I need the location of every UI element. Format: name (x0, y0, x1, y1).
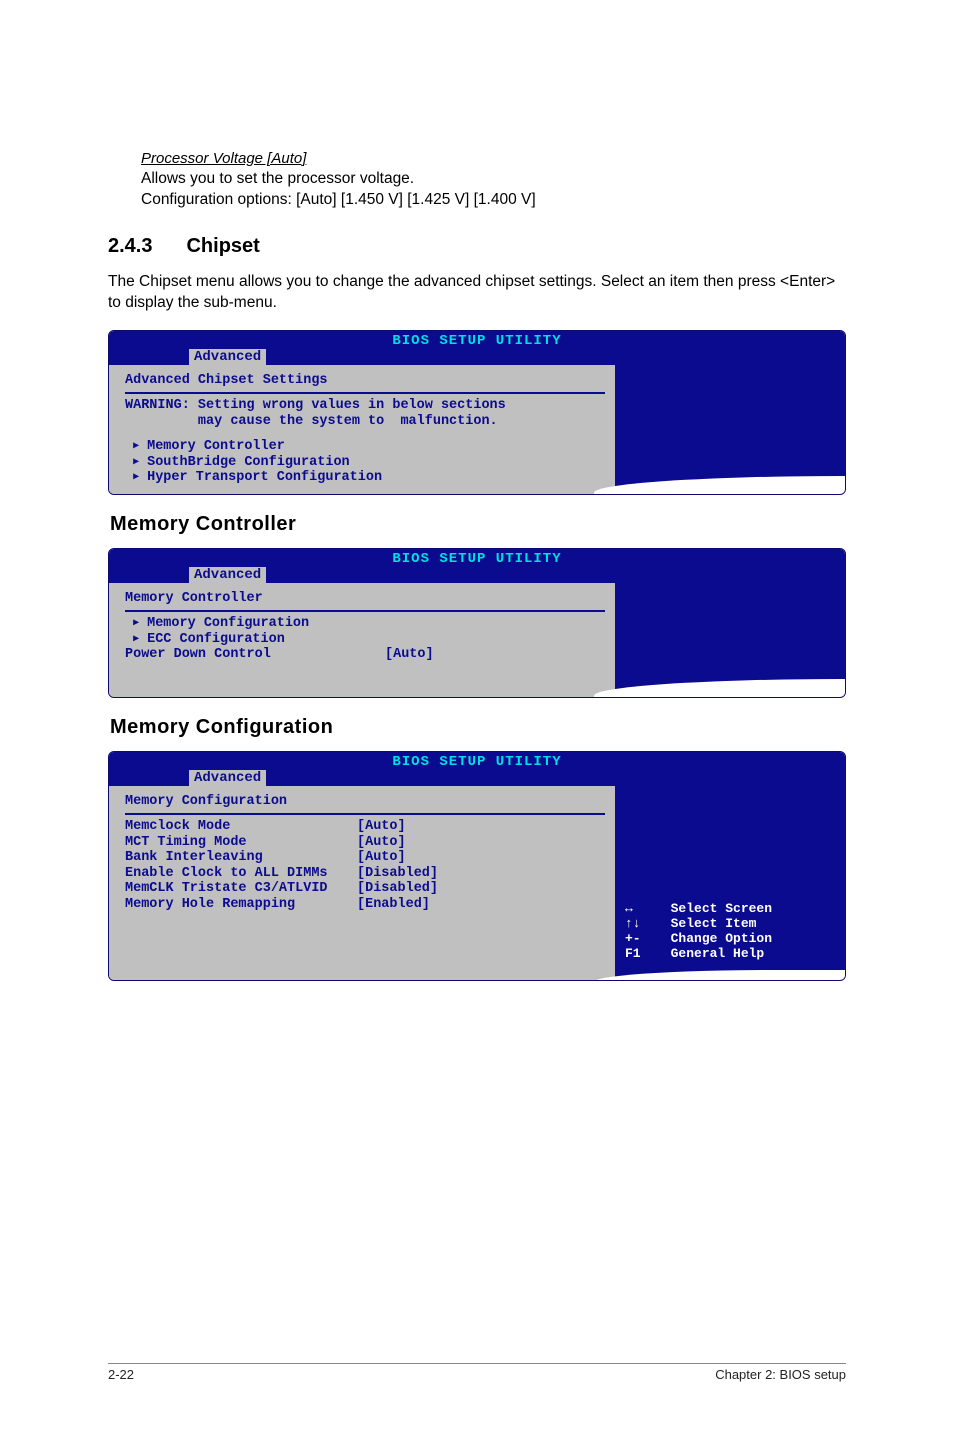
menu-item-ecc-configuration[interactable]: ECC Configuration (125, 632, 605, 648)
setting-value: [Auto] (385, 647, 434, 662)
setting-memclock-mode[interactable]: Memclock Mode[Auto] (125, 819, 605, 835)
arrow-icon (133, 455, 147, 471)
processor-voltage-body: Allows you to set the processor voltage.… (141, 169, 846, 211)
processor-voltage-line1: Allows you to set the processor voltage. (141, 170, 414, 187)
chipset-subheader: Advanced Chipset Settings (125, 373, 605, 395)
arrows-ud-icon: ↑↓ (625, 917, 655, 932)
setting-value: [Auto] (357, 850, 406, 865)
help-desc: General Help (671, 946, 765, 961)
section-body-text: The Chipset menu allows you to change th… (108, 272, 846, 314)
bios-panel-memory-configuration: BIOS SETUP UTILITY Advanced Memory Confi… (108, 751, 846, 982)
setting-label: MCT Timing Mode (125, 835, 357, 851)
setting-label: Memclock Mode (125, 819, 357, 835)
processor-voltage-heading: Processor Voltage [Auto] (141, 150, 846, 167)
setting-power-down-control[interactable]: Power Down Control[Auto] (125, 647, 605, 663)
subheading-memory-controller: Memory Controller (110, 513, 846, 536)
menu-item-label: ECC Configuration (147, 632, 285, 647)
setting-label: Bank Interleaving (125, 850, 357, 866)
f1-key-icon: F1 (625, 947, 655, 962)
bios-title: BIOS SETUP UTILITY (109, 550, 845, 567)
menu-item-label: Memory Controller (147, 439, 285, 454)
menu-item-hypertransport[interactable]: Hyper Transport Configuration (125, 470, 605, 486)
setting-value: [Disabled] (357, 866, 438, 881)
memcfg-subheader: Memory Configuration (125, 794, 605, 816)
bios-panel-chipset: BIOS SETUP UTILITY Advanced Advanced Chi… (108, 330, 846, 495)
setting-memclk-tristate[interactable]: MemCLK Tristate C3/ATLVID[Disabled] (125, 881, 605, 897)
setting-label: Enable Clock to ALL DIMMs (125, 866, 357, 882)
bios-header: BIOS SETUP UTILITY Advanced (109, 331, 845, 365)
bios-header: BIOS SETUP UTILITY Advanced (109, 549, 845, 583)
footer-page-number: 2-22 (108, 1367, 134, 1382)
chipset-warning-l2: may cause the system to malfunction. (125, 414, 605, 430)
processor-voltage-line2: Configuration options: [Auto] [1.450 V] … (141, 191, 536, 208)
setting-mct-timing-mode[interactable]: MCT Timing Mode[Auto] (125, 835, 605, 851)
memctrl-subheader: Memory Controller (125, 591, 605, 613)
subheading-memory-configuration: Memory Configuration (110, 716, 846, 739)
arrow-icon (133, 616, 147, 632)
bios-tab-advanced[interactable]: Advanced (189, 770, 266, 786)
menu-item-memory-configuration[interactable]: Memory Configuration (125, 616, 605, 632)
menu-item-label: SouthBridge Configuration (147, 455, 350, 470)
help-select-item: ↑↓ Select Item (625, 917, 837, 932)
arrows-lr-icon: ↔ (625, 902, 655, 917)
chipset-warning-l1: WARNING: Setting wrong values in below s… (125, 398, 605, 414)
help-general-help: F1 General Help (625, 947, 837, 962)
bios-help-pane: ↔ Select Screen ↑↓ Select Item +- Change… (617, 786, 845, 981)
setting-label: Power Down Control (125, 647, 385, 663)
menu-item-label: Hyper Transport Configuration (147, 470, 382, 485)
menu-item-memory-controller[interactable]: Memory Controller (125, 439, 605, 455)
section-heading-chipset: 2.4.3 Chipset (108, 235, 846, 258)
setting-value: [Auto] (357, 835, 406, 850)
footer-chapter-label: Chapter 2: BIOS setup (715, 1367, 846, 1382)
arrow-icon (133, 439, 147, 455)
menu-item-southbridge[interactable]: SouthBridge Configuration (125, 455, 605, 471)
setting-bank-interleaving[interactable]: Bank Interleaving[Auto] (125, 850, 605, 866)
setting-memory-hole-remapping[interactable]: Memory Hole Remapping[Enabled] (125, 897, 605, 913)
bios-title: BIOS SETUP UTILITY (109, 332, 845, 349)
arrow-icon (133, 632, 147, 648)
bios-help-pane (617, 365, 845, 494)
section-number: 2.4.3 (108, 235, 152, 258)
bios-panel-memory-controller: BIOS SETUP UTILITY Advanced Memory Contr… (108, 548, 846, 698)
help-change-option: +- Change Option (625, 932, 837, 947)
help-desc: Change Option (671, 931, 772, 946)
bios-tab-advanced[interactable]: Advanced (189, 567, 266, 583)
setting-enable-clock-dimms[interactable]: Enable Clock to ALL DIMMs[Disabled] (125, 866, 605, 882)
help-desc: Select Item (671, 916, 757, 931)
setting-value: [Auto] (357, 819, 406, 834)
setting-value: [Disabled] (357, 881, 438, 896)
setting-label: Memory Hole Remapping (125, 897, 357, 913)
section-title: Chipset (186, 235, 259, 257)
setting-label: MemCLK Tristate C3/ATLVID (125, 881, 357, 897)
bios-tab-advanced[interactable]: Advanced (189, 349, 266, 365)
menu-item-label: Memory Configuration (147, 616, 309, 631)
bios-title: BIOS SETUP UTILITY (109, 753, 845, 770)
help-desc: Select Screen (671, 901, 772, 916)
arrow-icon (133, 470, 147, 486)
page-footer: 2-22 Chapter 2: BIOS setup (108, 1363, 846, 1382)
setting-value: [Enabled] (357, 897, 430, 912)
plus-minus-icon: +- (625, 932, 655, 947)
help-select-screen: ↔ Select Screen (625, 902, 837, 917)
bios-header: BIOS SETUP UTILITY Advanced (109, 752, 845, 786)
